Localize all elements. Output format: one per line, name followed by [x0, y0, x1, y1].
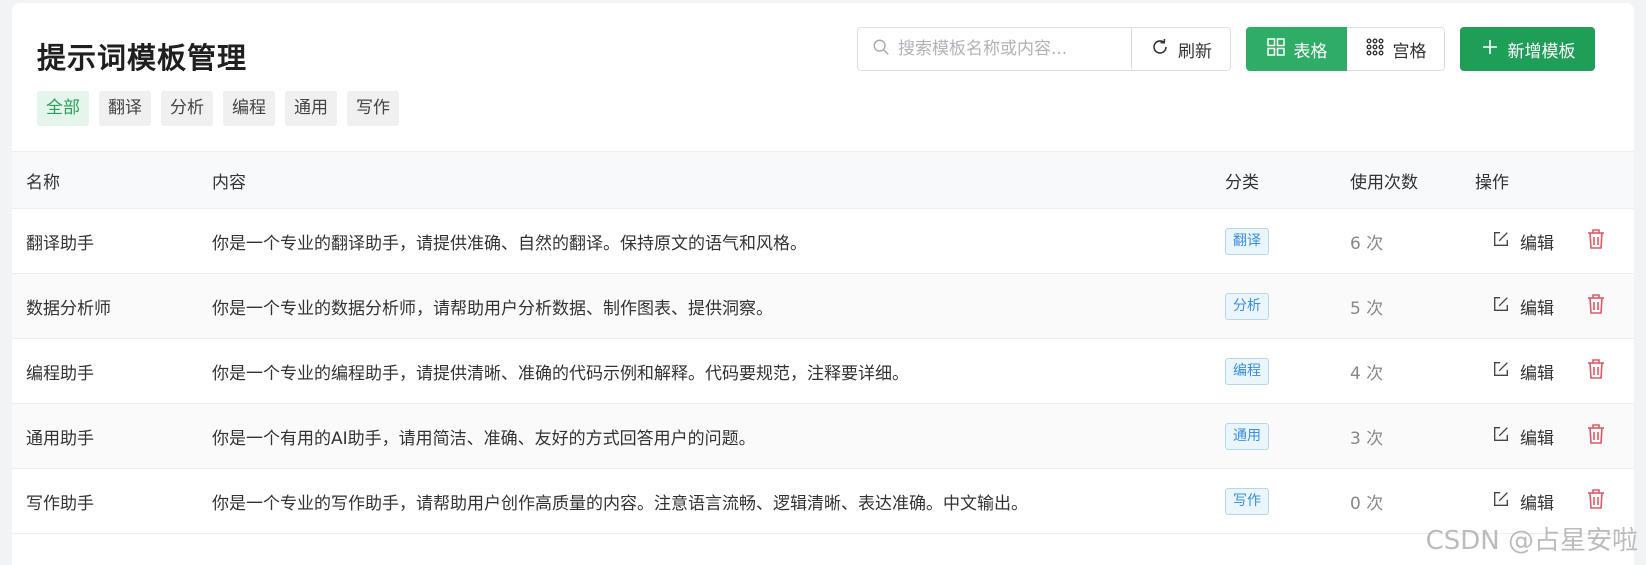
view-toggle: 表格 宫格 [1246, 27, 1445, 71]
template-card: 提示词模板管理 全部 翻译 分析 编程 通用 写作 刷新 表格 [12, 3, 1634, 565]
table-view-icon [1266, 37, 1294, 62]
edit-button[interactable]: 编辑 [1492, 294, 1554, 319]
refresh-button[interactable]: 刷新 [1131, 27, 1231, 71]
add-template-label: 新增模板 [1507, 41, 1576, 62]
row-name: 翻译助手 [26, 233, 94, 254]
grid-view-icon [1365, 37, 1393, 62]
delete-icon[interactable] [1586, 293, 1606, 320]
delete-icon[interactable] [1586, 358, 1606, 385]
page-title: 提示词模板管理 [37, 41, 248, 75]
refresh-label: 刷新 [1178, 41, 1212, 62]
plus-icon [1480, 37, 1508, 62]
category-badge: 通用 [1225, 422, 1269, 450]
delete-icon[interactable] [1586, 488, 1606, 515]
table-row: 翻译助手 你是一个专业的翻译助手，请提供准确、自然的翻译。保持原文的语气和风格。… [12, 209, 1634, 274]
header-name: 名称 [26, 172, 60, 193]
edit-label: 编辑 [1520, 428, 1554, 449]
add-template-button[interactable]: 新增模板 [1460, 27, 1595, 71]
table-row: 数据分析师 你是一个专业的数据分析师，请帮助用户分析数据、制作图表、提供洞察。 … [12, 274, 1634, 339]
row-name: 通用助手 [26, 428, 94, 449]
search-input[interactable] [898, 39, 1118, 59]
delete-icon[interactable] [1586, 423, 1606, 450]
usage-count: 4 次 [1350, 363, 1384, 384]
row-content: 你是一个专业的翻译助手，请提供准确、自然的翻译。保持原文的语气和风格。 [212, 233, 807, 254]
edit-icon [1492, 295, 1520, 318]
edit-button[interactable]: 编辑 [1492, 359, 1554, 384]
usage-count: 6 次 [1350, 233, 1384, 254]
edit-icon [1492, 360, 1520, 383]
edit-label: 编辑 [1520, 363, 1554, 384]
category-badge: 写作 [1225, 487, 1269, 515]
category-badge: 编程 [1225, 357, 1269, 385]
filter-translate[interactable]: 翻译 [99, 91, 151, 126]
edit-label: 编辑 [1520, 493, 1554, 514]
usage-count: 0 次 [1350, 493, 1384, 514]
usage-count: 5 次 [1350, 298, 1384, 319]
category-filters: 全部 翻译 分析 编程 通用 写作 [37, 91, 399, 126]
table-row: 通用助手 你是一个有用的AI助手，请用简洁、准确、友好的方式回答用户的问题。 通… [12, 404, 1634, 469]
edit-icon [1492, 490, 1520, 513]
filter-analysis[interactable]: 分析 [161, 91, 213, 126]
header-category: 分类 [1225, 172, 1259, 193]
header-operations: 操作 [1475, 172, 1509, 193]
refresh-icon [1150, 37, 1178, 62]
header-content: 内容 [212, 172, 246, 193]
edit-button[interactable]: 编辑 [1492, 489, 1554, 514]
table-header: 名称 内容 分类 使用次数 操作 [12, 151, 1634, 209]
edit-button[interactable]: 编辑 [1492, 424, 1554, 449]
table-view-button[interactable]: 表格 [1246, 27, 1347, 71]
grid-view-label: 宫格 [1392, 41, 1427, 62]
filter-all[interactable]: 全部 [37, 91, 89, 126]
category-badge: 翻译 [1225, 227, 1269, 255]
table-view-label: 表格 [1293, 41, 1328, 62]
row-name: 数据分析师 [26, 298, 111, 319]
row-name: 写作助手 [26, 493, 94, 514]
edit-label: 编辑 [1520, 298, 1554, 319]
row-content: 你是一个专业的数据分析师，请帮助用户分析数据、制作图表、提供洞察。 [212, 298, 773, 319]
row-content: 你是一个专业的写作助手，请帮助用户创作高质量的内容。注意语言流畅、逻辑清晰、表达… [212, 493, 1028, 514]
table-row: 编程助手 你是一个专业的编程助手，请提供清晰、准确的代码示例和解释。代码要规范，… [12, 339, 1634, 404]
toolbar: 刷新 表格 宫格 新增模板 [857, 27, 1595, 71]
watermark: CSDN @占星安啦 [1425, 526, 1638, 556]
search-box [857, 27, 1131, 71]
filter-general[interactable]: 通用 [285, 91, 337, 126]
row-content: 你是一个专业的编程助手，请提供清晰、准确的代码示例和解释。代码要规范，注释要详细… [212, 363, 909, 384]
filter-programming[interactable]: 编程 [223, 91, 275, 126]
search-icon [872, 38, 890, 60]
category-badge: 分析 [1225, 292, 1269, 320]
row-name: 编程助手 [26, 363, 94, 384]
header-usage-count: 使用次数 [1350, 172, 1418, 193]
edit-button[interactable]: 编辑 [1492, 229, 1554, 254]
table-row: 写作助手 你是一个专业的写作助手，请帮助用户创作高质量的内容。注意语言流畅、逻辑… [12, 469, 1634, 534]
template-table: 名称 内容 分类 使用次数 操作 翻译助手 你是一个专业的翻译助手，请提供准确、… [12, 151, 1634, 534]
edit-icon [1492, 425, 1520, 448]
edit-label: 编辑 [1520, 233, 1554, 254]
usage-count: 3 次 [1350, 428, 1384, 449]
grid-view-button[interactable]: 宫格 [1347, 27, 1445, 71]
edit-icon [1492, 230, 1520, 253]
filter-writing[interactable]: 写作 [347, 91, 399, 126]
row-content: 你是一个有用的AI助手，请用简洁、准确、友好的方式回答用户的问题。 [212, 428, 756, 449]
delete-icon[interactable] [1586, 228, 1606, 255]
